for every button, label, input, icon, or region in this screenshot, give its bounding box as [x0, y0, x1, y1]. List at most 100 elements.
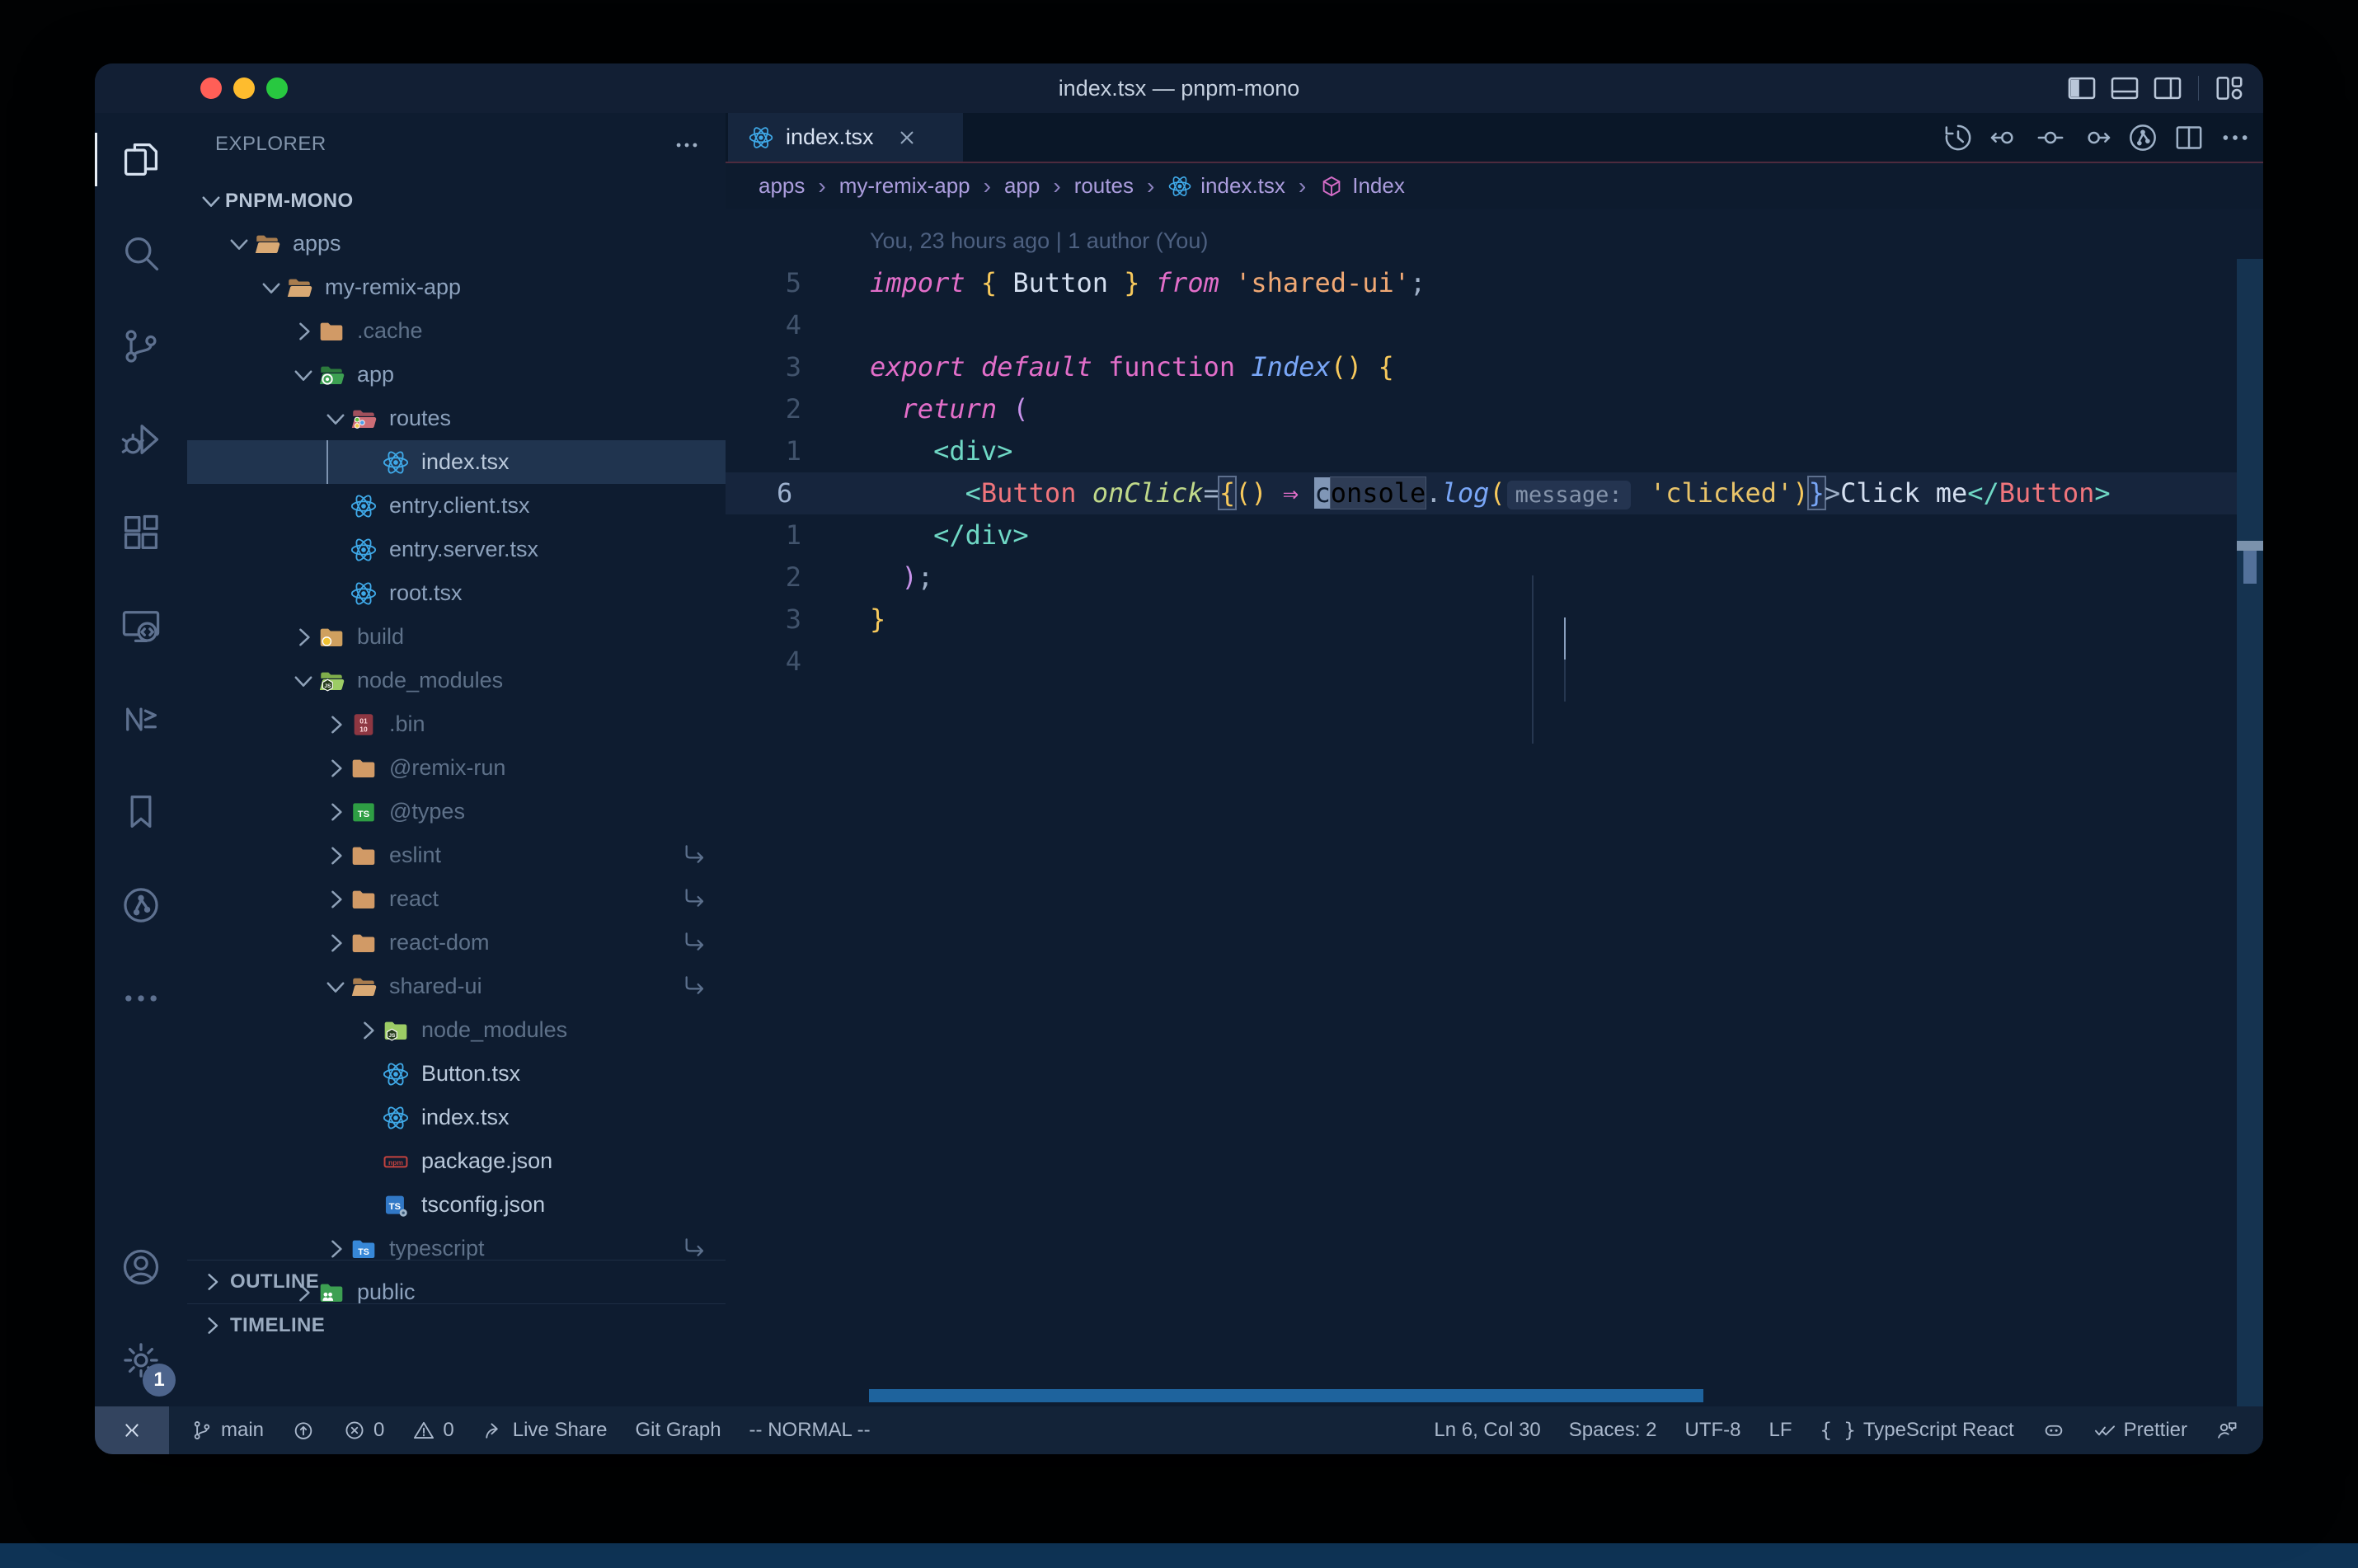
- code-line[interactable]: 6 <Button onClick={() ⇒ console.log(mess…: [726, 472, 2263, 514]
- chevron-right-icon[interactable]: [322, 798, 350, 826]
- tree-item-shared-ui[interactable]: shared-ui: [187, 965, 726, 1008]
- activity-explorer-icon[interactable]: [95, 113, 187, 206]
- activity-more-views-icon[interactable]: [95, 951, 187, 1045]
- chevron-right-icon[interactable]: [322, 842, 350, 870]
- timeline-section[interactable]: TIMELINE: [187, 1303, 726, 1347]
- chevron-right-icon[interactable]: [289, 317, 317, 345]
- breadcrumb-item-index-tsx[interactable]: index.tsx: [1167, 173, 1285, 199]
- status-eol[interactable]: LF: [1769, 1419, 1792, 1442]
- scrollbar-thumb[interactable]: [2243, 551, 2257, 584]
- status-prettier[interactable]: Prettier: [2093, 1419, 2187, 1442]
- tree-item-react[interactable]: react: [187, 877, 726, 921]
- status-copilot[interactable]: [2042, 1419, 2065, 1442]
- chevron-down-icon[interactable]: [322, 405, 350, 433]
- git-blame-annotation[interactable]: You, 23 hours ago | 1 author (You): [726, 220, 2263, 262]
- tree-item-package-json[interactable]: npm package.json: [187, 1139, 726, 1183]
- status-git-graph[interactable]: Git Graph: [636, 1419, 721, 1442]
- titlebar[interactable]: index.tsx — pnpm-mono: [95, 63, 2263, 113]
- status-indentation[interactable]: Spaces: 2: [1569, 1419, 1657, 1442]
- chevron-right-icon[interactable]: [322, 885, 350, 913]
- editor-action-nav-back-icon[interactable]: [1988, 121, 2021, 154]
- activity-nx-console-icon[interactable]: [95, 672, 187, 765]
- tree-item-index-tsx[interactable]: index.tsx: [187, 440, 726, 484]
- editor-action-nav-forward-icon[interactable]: [2080, 121, 2113, 154]
- toggle-secondary-sidebar-icon[interactable]: [2152, 73, 2183, 104]
- chevron-down-icon[interactable]: [322, 973, 350, 1001]
- breadcrumb-item-my-remix-app[interactable]: my-remix-app: [839, 173, 970, 199]
- toggle-panel-icon[interactable]: [2109, 73, 2140, 104]
- tree-item-entry-client-tsx[interactable]: entry.client.tsx: [187, 484, 726, 528]
- editor-action-nav-circle-icon[interactable]: [2034, 121, 2067, 154]
- workspace-root-row[interactable]: PNPM-MONO: [187, 180, 726, 222]
- tree-item-node-modules[interactable]: JS node_modules: [187, 1008, 726, 1052]
- code-editor[interactable]: You, 23 hours ago | 1 author (You) 5 impor…: [726, 209, 2263, 1454]
- code-line[interactable]: 3}: [726, 599, 2263, 641]
- editor-action-history-icon[interactable]: [1942, 121, 1975, 154]
- horizontal-scrollbar[interactable]: [869, 1389, 1703, 1402]
- chevron-right-icon[interactable]: [322, 711, 350, 739]
- tree-item-react-dom[interactable]: react-dom: [187, 921, 726, 965]
- tree-item-index-tsx[interactable]: index.tsx: [187, 1096, 726, 1139]
- close-tab-icon[interactable]: [895, 126, 918, 149]
- activity-source-control-icon[interactable]: [95, 299, 187, 392]
- status-remote-indicator[interactable]: [95, 1406, 169, 1454]
- editor-action-gitgraph-icon[interactable]: [2126, 121, 2159, 154]
- code-line[interactable]: 2 return (: [726, 388, 2263, 430]
- breadcrumb-item-routes[interactable]: routes: [1074, 173, 1134, 199]
- tab-index-tsx[interactable]: index.tsx: [728, 113, 963, 162]
- code-line[interactable]: 1 </div>: [726, 514, 2263, 556]
- tree-item-apps[interactable]: apps: [187, 222, 726, 265]
- toggle-sidebar-icon[interactable]: [2066, 73, 2097, 104]
- activity-remote-explorer-icon[interactable]: [95, 579, 187, 672]
- editor-action-ellipsis-icon[interactable]: [2219, 121, 2252, 154]
- tree-item-root-tsx[interactable]: root.tsx: [187, 571, 726, 615]
- status-language-mode[interactable]: { } TypeScript React: [1820, 1419, 2014, 1442]
- activity-accounts-icon[interactable]: [95, 1220, 187, 1313]
- chevron-right-icon[interactable]: [322, 754, 350, 782]
- chevron-down-icon[interactable]: [289, 361, 317, 389]
- tree-item--cache[interactable]: .cache: [187, 309, 726, 353]
- activity-extensions-icon[interactable]: [95, 486, 187, 579]
- code-line[interactable]: 2 );: [726, 556, 2263, 599]
- chevron-down-icon[interactable]: [225, 230, 253, 258]
- chevron-down-icon[interactable]: [257, 274, 285, 302]
- tree-item-entry-server-tsx[interactable]: entry.server.tsx: [187, 528, 726, 571]
- chevron-right-icon[interactable]: [354, 1016, 382, 1045]
- chevron-right-icon[interactable]: [289, 623, 317, 651]
- code-line[interactable]: 3 export default function Index() {: [726, 346, 2263, 388]
- tree-item-eslint[interactable]: eslint: [187, 833, 726, 877]
- breadcrumb-item-apps[interactable]: apps: [759, 173, 805, 199]
- tree-item-my-remix-app[interactable]: my-remix-app: [187, 265, 726, 309]
- chevron-right-icon[interactable]: [322, 1235, 350, 1263]
- tree-item-tsconfig-json[interactable]: TS tsconfig.json: [187, 1183, 726, 1227]
- chevron-right-icon[interactable]: [322, 929, 350, 957]
- breadcrumb-item-index[interactable]: Index: [1319, 173, 1405, 199]
- tree-item-button-tsx[interactable]: Button.tsx: [187, 1052, 726, 1096]
- status-encoding[interactable]: UTF-8: [1685, 1419, 1741, 1442]
- editor-action-split-icon[interactable]: [2172, 121, 2205, 154]
- status-live-share[interactable]: Live Share: [482, 1419, 608, 1442]
- tree-item-node-modules[interactable]: JS node_modules: [187, 659, 726, 702]
- activity-run-debug-icon[interactable]: [95, 392, 187, 486]
- tree-item-routes[interactable]: routes: [187, 397, 726, 440]
- activity-search-icon[interactable]: [95, 206, 187, 299]
- status-cursor-position[interactable]: Ln 6, Col 30: [1434, 1419, 1540, 1442]
- tree-item-build[interactable]: build: [187, 615, 726, 659]
- breadcrumb-item-app[interactable]: app: [1004, 173, 1040, 199]
- tree-item--remix-run[interactable]: @remix-run: [187, 746, 726, 790]
- status-sync[interactable]: [292, 1419, 315, 1442]
- vertical-scrollbar[interactable]: [2237, 259, 2263, 1454]
- tree-item-app[interactable]: app: [187, 353, 726, 397]
- code-line[interactable]: 5 import { Button } from 'shared-ui';: [726, 262, 2263, 304]
- tree-item--bin[interactable]: 01 10 .bin: [187, 702, 726, 746]
- customize-layout-icon[interactable]: [2214, 73, 2245, 104]
- activity-settings-icon[interactable]: 1: [95, 1313, 187, 1406]
- tree-item--types[interactable]: TS @types: [187, 790, 726, 833]
- status-errors[interactable]: 0: [343, 1419, 384, 1442]
- explorer-more-actions-icon[interactable]: [673, 131, 701, 159]
- code-line[interactable]: 4: [726, 304, 2263, 346]
- code-line[interactable]: 1 <div>: [726, 430, 2263, 472]
- status-feedback[interactable]: [2215, 1419, 2238, 1442]
- chevron-down-icon[interactable]: [289, 667, 317, 695]
- activity-git-graph-icon[interactable]: [95, 858, 187, 951]
